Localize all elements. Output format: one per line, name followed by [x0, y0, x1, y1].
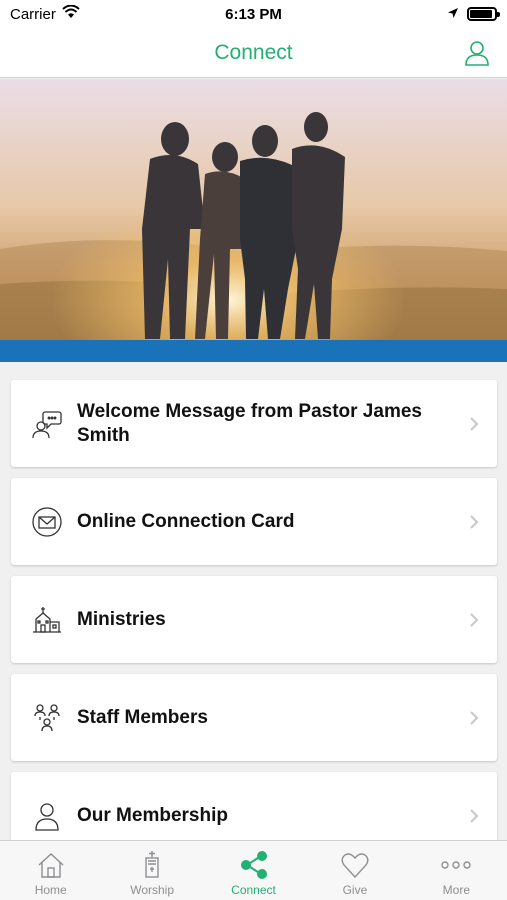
- location-arrow-icon: [447, 6, 459, 23]
- tab-connect[interactable]: Connect: [203, 841, 304, 900]
- chevron-right-icon: [470, 808, 479, 823]
- list-item[interactable]: Welcome Message from Pastor James Smith: [11, 380, 497, 467]
- staff-group-icon: [31, 702, 63, 734]
- tab-label: Give: [342, 883, 368, 897]
- list-item[interactable]: Ministries: [11, 576, 497, 663]
- chevron-right-icon: [470, 612, 479, 627]
- chevron-right-icon: [470, 416, 479, 431]
- nav-bar: Connect: [0, 28, 507, 78]
- home-icon: [35, 849, 67, 881]
- more-icon: [440, 849, 472, 881]
- connect-menu-list: Welcome Message from Pastor James Smith …: [11, 380, 497, 870]
- page-title: Connect: [214, 40, 293, 64]
- tab-more[interactable]: More: [406, 841, 507, 900]
- list-item-label: Our Membership: [77, 804, 228, 826]
- chevron-right-icon: [470, 514, 479, 529]
- tab-home[interactable]: Home: [0, 841, 101, 900]
- hero-image: [0, 79, 507, 362]
- tab-give[interactable]: Give: [304, 841, 405, 900]
- share-icon: [238, 849, 270, 881]
- list-item-label: Online Connection Card: [77, 510, 295, 532]
- list-item-label: Welcome Message from Pastor James Smith: [77, 400, 422, 446]
- chevron-right-icon: [470, 710, 479, 725]
- tab-label: Worship: [130, 883, 174, 897]
- carrier-label: Carrier: [10, 5, 56, 23]
- status-bar: Carrier 6:13 PM: [0, 0, 507, 28]
- list-item[interactable]: Staff Members: [11, 674, 497, 761]
- list-item[interactable]: Online Connection Card: [11, 478, 497, 565]
- status-time: 6:13 PM: [225, 5, 282, 23]
- user-profile-icon[interactable]: [463, 39, 491, 67]
- list-item-label: Staff Members: [77, 706, 208, 728]
- worship-icon: [136, 849, 168, 881]
- tab-worship[interactable]: Worship: [101, 841, 202, 900]
- tab-label: Home: [34, 883, 67, 897]
- battery-icon: [467, 7, 500, 21]
- list-item-label: Ministries: [77, 608, 166, 630]
- envelope-icon: [31, 506, 63, 538]
- tab-label: Connect: [231, 883, 276, 897]
- pastor-message-icon: [31, 408, 63, 440]
- church-building-icon: [31, 604, 63, 636]
- heart-icon: [339, 849, 371, 881]
- wifi-icon: [62, 4, 80, 23]
- member-icon: [31, 800, 63, 832]
- tab-label: More: [442, 883, 470, 897]
- tab-bar: Home Worship Connect Give More: [0, 840, 507, 900]
